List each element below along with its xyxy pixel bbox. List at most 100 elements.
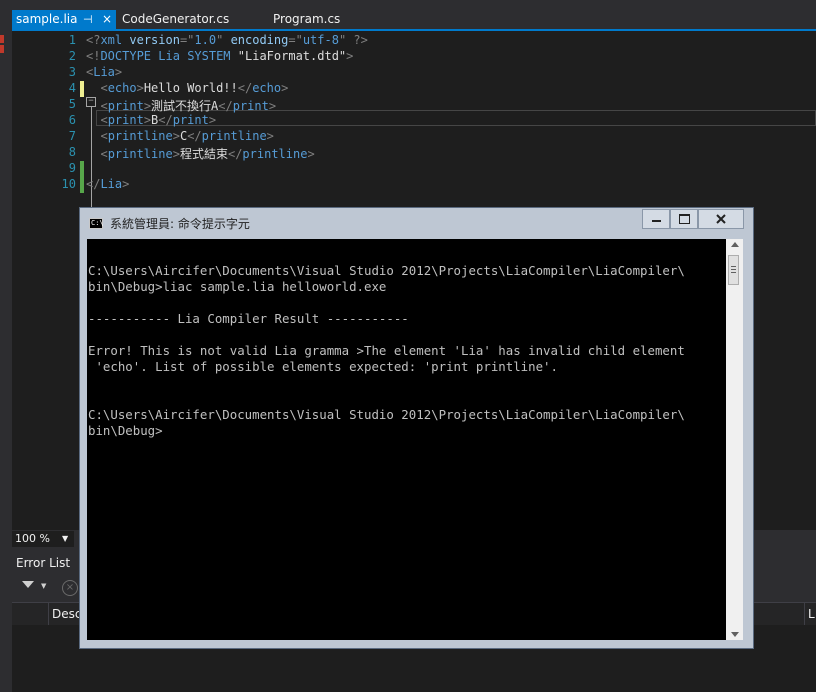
panel-title: Error List [16, 556, 71, 570]
command-prompt-window[interactable]: C:\ 系統管理員: 命令提示字元 C:\Users\Aircifer\Docu… [79, 207, 754, 649]
column-header-description[interactable]: Desc [52, 607, 81, 621]
tab-label: CodeGenerator.cs [122, 12, 230, 26]
code-token: 1.0 [194, 33, 217, 47]
grip-line [731, 269, 736, 270]
code-line[interactable]: <print>B</print> [86, 113, 216, 127]
code-line[interactable]: </Lia> [86, 177, 129, 191]
code-line[interactable]: <echo>Hello World!!</echo> [86, 81, 288, 95]
code-line[interactable]: <?xml version="1.0" encoding="utf-8" ?> [86, 33, 368, 47]
code-line[interactable]: <printline>C</printline> [86, 129, 273, 143]
code-token: </ [218, 99, 233, 113]
scroll-up-icon[interactable] [731, 242, 739, 247]
chevron-down-icon[interactable]: ▼ [62, 531, 68, 547]
line-number: 2 [68, 49, 76, 63]
code-token: encoding [230, 33, 289, 47]
column-separator[interactable] [48, 603, 49, 625]
code-token: </ [158, 113, 173, 127]
column-separator[interactable] [804, 603, 805, 625]
scrollbar-thumb[interactable] [728, 255, 739, 285]
code-token: Lia [93, 65, 115, 79]
line-number: 8 [68, 145, 76, 159]
line-number: 7 [68, 129, 76, 143]
code-token: Lia [100, 177, 123, 191]
code-token: ?> [353, 33, 368, 47]
code-token: utf-8 [302, 33, 339, 47]
clear-icon[interactable]: × [62, 580, 78, 596]
code-token: print [107, 113, 144, 127]
tab-sample-lia[interactable]: sample.lia ⊣ × [12, 10, 116, 29]
line-number: 9 [68, 161, 76, 175]
code-token: printline [107, 147, 173, 161]
scroll-down-icon[interactable] [731, 632, 739, 637]
code-token: > [346, 49, 354, 63]
console-scrollbar[interactable] [726, 239, 743, 640]
code-token: "LiaFormat.dtd" [237, 49, 347, 63]
console-icon-text: C:\ [91, 219, 104, 227]
maximize-icon [678, 214, 690, 224]
code-token: =" [288, 33, 303, 47]
grip-line [731, 272, 736, 273]
code-token: < [100, 81, 108, 95]
zoom-select[interactable]: 100 % ▼ [12, 531, 74, 547]
tab-label: sample.lia [16, 12, 78, 26]
indicator-mark [0, 45, 4, 53]
code-token: printline [201, 129, 267, 143]
tab-program-cs[interactable]: Program.cs [273, 10, 340, 29]
chevron-down-icon[interactable]: ▼ [41, 582, 46, 590]
code-token: printline [242, 147, 308, 161]
line-number: 1 [68, 33, 76, 47]
code-token: xml [100, 33, 123, 47]
code-token: > [122, 177, 130, 191]
code-token: 程式結束 [179, 147, 228, 161]
code-token: < [100, 99, 108, 113]
code-token: > [136, 81, 144, 95]
console-line: C:\Users\Aircifer\Documents\Visual Studi… [88, 407, 685, 422]
change-marker [80, 161, 84, 177]
change-marker [80, 177, 84, 193]
code-token: echo [107, 81, 137, 95]
code-token: > [172, 147, 180, 161]
code-token: > [172, 129, 180, 143]
column-header-line[interactable]: L [808, 607, 815, 621]
code-token: printline [107, 129, 173, 143]
code-token: print [172, 113, 209, 127]
code-token: <? [86, 33, 101, 47]
tab-codegenerator-cs[interactable]: CodeGenerator.cs [122, 10, 229, 29]
window-title: 系統管理員: 命令提示字元 [110, 217, 250, 231]
filter-icon[interactable] [22, 581, 34, 588]
code-line[interactable]: <print>測試不換行A</print> [86, 97, 276, 114]
code-line[interactable]: <Lia> [86, 65, 122, 79]
code-token: Lia [158, 49, 180, 63]
code-token: DOCTYPE [100, 49, 152, 63]
code-token: </ [227, 147, 243, 161]
line-number: 3 [68, 65, 76, 79]
code-token: print [232, 99, 269, 113]
code-token: print [107, 99, 144, 113]
code-token: > [143, 99, 152, 113]
console-output[interactable]: C:\Users\Aircifer\Documents\Visual Studi… [87, 239, 726, 640]
line-number: 5 [68, 97, 76, 111]
document-tab-strip: sample.lia ⊣ × CodeGenerator.cs Program.… [0, 0, 816, 29]
window-close-icon [716, 214, 726, 224]
window-close-button[interactable] [698, 209, 744, 229]
close-icon[interactable]: × [102, 10, 112, 29]
code-token: </ [86, 177, 101, 191]
minimize-button[interactable] [642, 209, 670, 229]
left-dock-strip [0, 31, 12, 692]
grip-line [731, 266, 736, 267]
code-token: > [268, 99, 277, 113]
code-token: 測試不換行A [151, 99, 219, 113]
code-line[interactable]: <!DOCTYPE Lia SYSTEM "LiaFormat.dtd"> [86, 49, 353, 63]
maximize-button[interactable] [670, 209, 698, 229]
code-line[interactable]: <printline>程式結束</printline> [86, 145, 314, 162]
code-token: <! [86, 49, 101, 63]
pin-icon[interactable]: ⊣ [83, 10, 93, 29]
code-token: > [208, 113, 217, 127]
console-icon[interactable]: C:\ [89, 218, 104, 229]
change-marker [80, 81, 84, 97]
